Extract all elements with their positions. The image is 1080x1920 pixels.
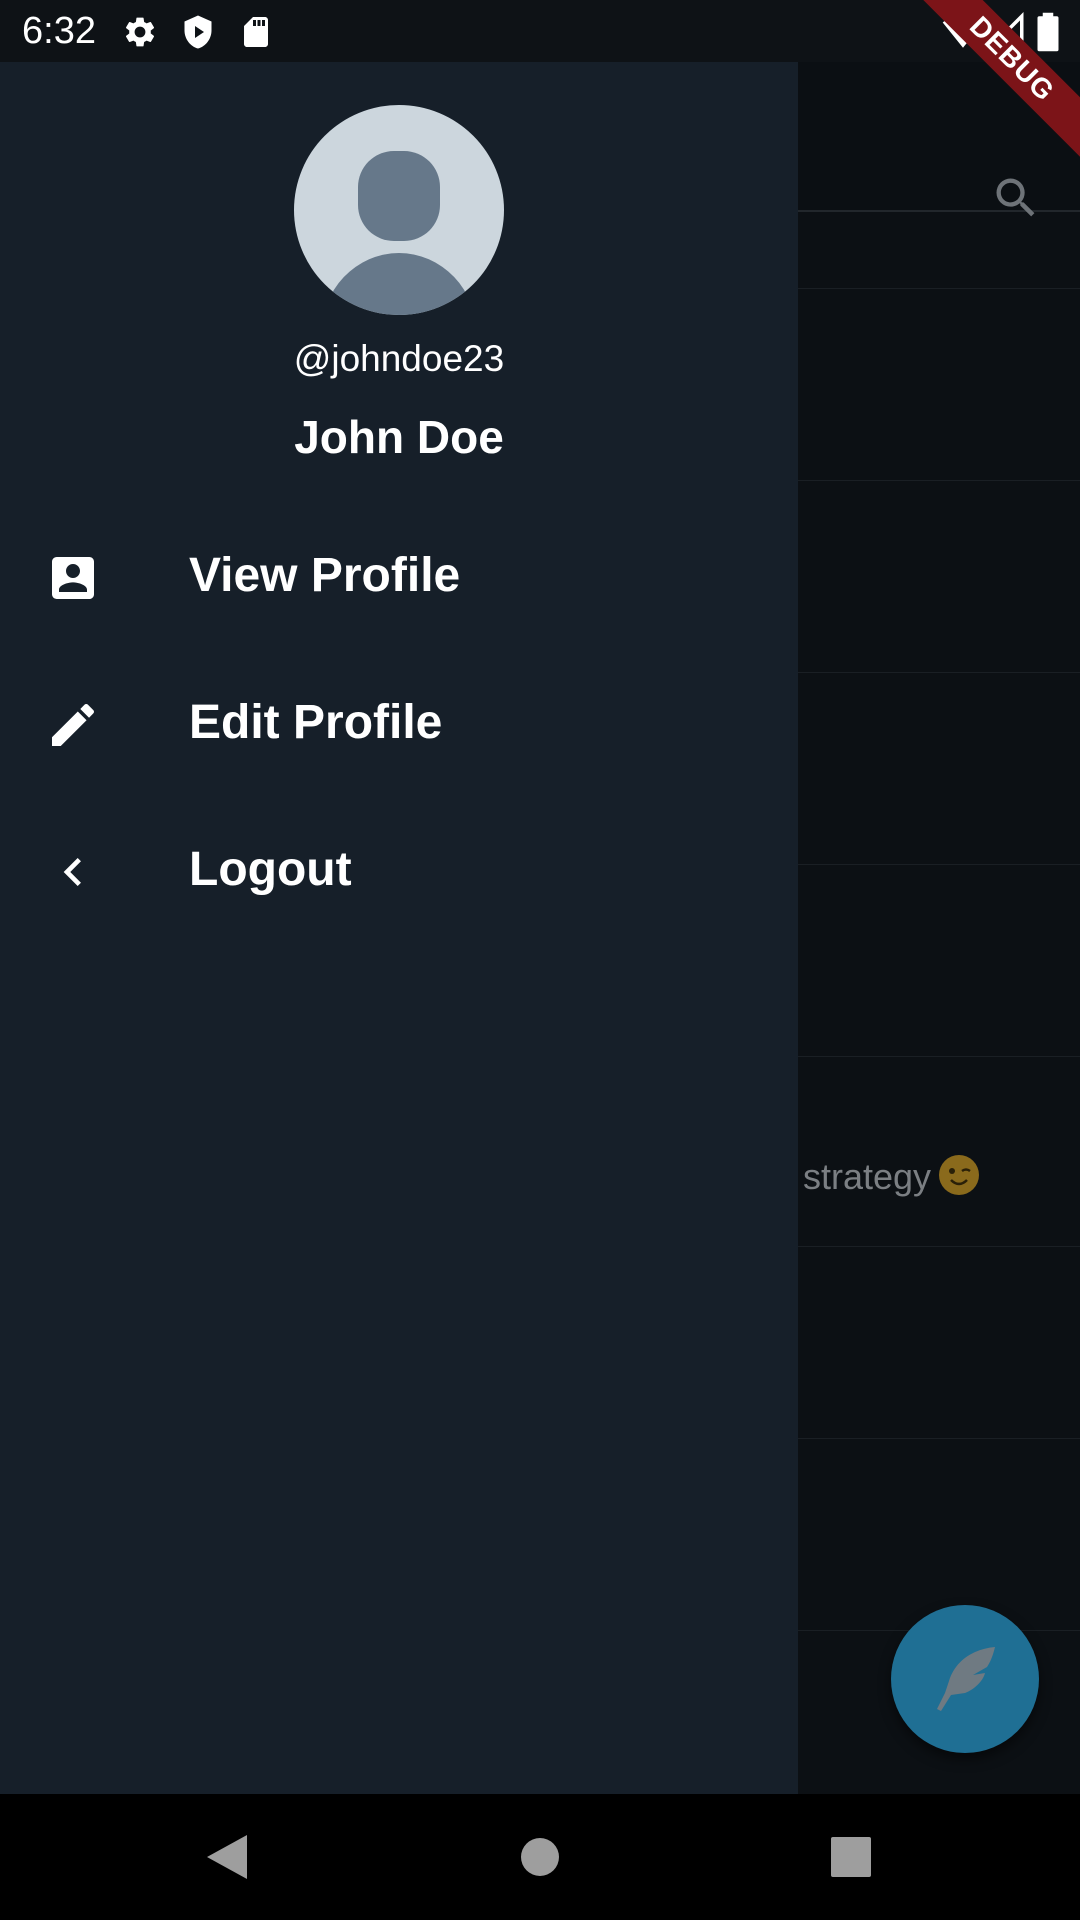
menu-item-edit-profile[interactable]: Edit Profile xyxy=(0,657,798,787)
recents-icon[interactable] xyxy=(816,1822,886,1892)
home-icon[interactable] xyxy=(505,1822,575,1892)
chevron-left-icon xyxy=(63,858,81,886)
menu-item-view-profile[interactable]: View Profile xyxy=(0,510,798,640)
debug-banner-label: DEBUG xyxy=(920,0,1080,159)
sd-card-icon xyxy=(244,17,268,47)
menu-item-label: Edit Profile xyxy=(189,696,443,749)
menu-item-label: View Profile xyxy=(189,549,461,602)
compose-tweet-button[interactable] xyxy=(891,1605,1039,1753)
pencil-icon xyxy=(52,703,95,746)
debug-banner: DEBUG xyxy=(920,0,1080,160)
winking-face-emoji-icon xyxy=(939,1155,980,1195)
shield-play-icon xyxy=(184,15,212,49)
back-icon[interactable] xyxy=(191,1822,261,1892)
status-time: 6:32 xyxy=(22,10,96,52)
navigation-drawer: @johndoe23 John Doe View Profile Edit Pr… xyxy=(0,62,798,1794)
user-display-name: John Doe xyxy=(294,411,504,463)
status-bar-drawer-part xyxy=(0,0,798,62)
menu-item-logout[interactable]: Logout xyxy=(0,804,798,934)
feed-post-text: strategy xyxy=(803,1155,980,1198)
status-bar: 6:32 xyxy=(0,0,1080,62)
account-box-icon xyxy=(52,557,94,599)
system-navigation-bar xyxy=(0,1794,1080,1920)
user-handle: @johndoe23 xyxy=(293,338,505,379)
default-avatar-icon xyxy=(323,151,475,315)
avatar[interactable] xyxy=(294,105,504,315)
gear-icon xyxy=(125,17,155,47)
feather-icon xyxy=(937,1647,995,1711)
menu-item-label: Logout xyxy=(189,843,352,896)
